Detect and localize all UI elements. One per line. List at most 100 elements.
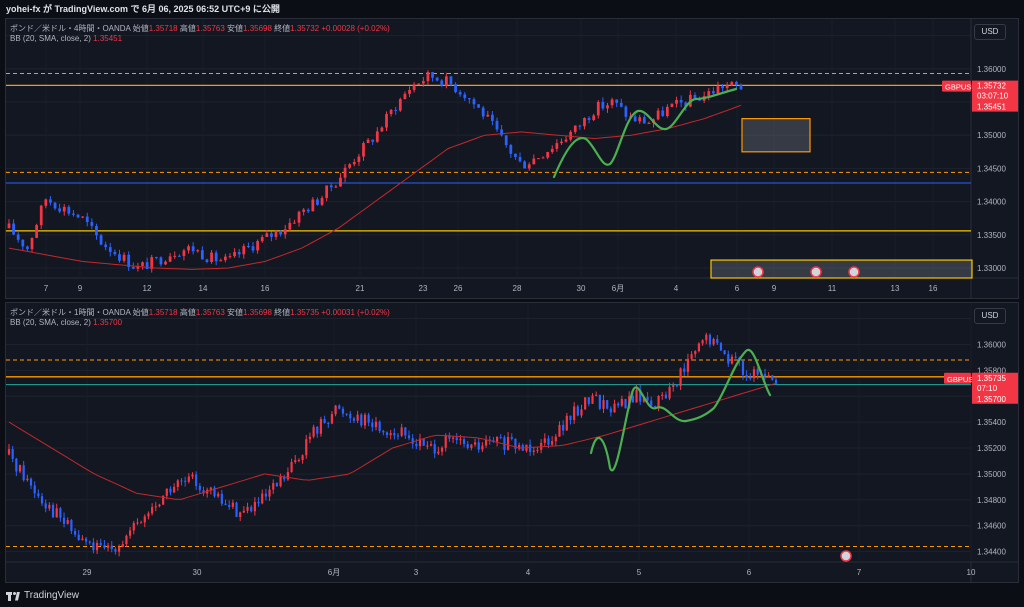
candlestick: [661, 106, 665, 117]
candlestick: [708, 333, 712, 348]
candlestick: [220, 489, 223, 506]
candlestick: [394, 106, 398, 115]
candlestick: [110, 541, 113, 553]
chart-canvas-4h[interactable]: 1.365001.360001.355001.350001.345001.340…: [6, 19, 1018, 298]
tradingview-brand[interactable]: TradingView: [6, 590, 79, 601]
legend-bb-label: BB (20, SMA, close, 2): [10, 318, 91, 327]
candlestick: [546, 151, 550, 160]
candlestick: [35, 223, 39, 239]
tradingview-logo-icon: [6, 591, 20, 601]
candlestick: [602, 394, 605, 414]
candlestick: [486, 110, 490, 118]
candlestick: [288, 218, 292, 232]
candlestick: [382, 429, 385, 436]
candlestick: [103, 540, 106, 550]
candlestick: [584, 397, 587, 410]
candlestick: [767, 372, 770, 377]
candlestick: [169, 486, 172, 496]
candlestick: [140, 520, 143, 524]
candlestick: [591, 393, 594, 404]
candlestick: [596, 100, 600, 119]
candlestick: [113, 249, 117, 257]
candlestick: [223, 253, 227, 263]
candlestick: [239, 511, 242, 522]
candlestick: [686, 353, 690, 377]
time-axis-label: 4: [526, 568, 531, 577]
legend-close: 1.35735: [290, 308, 320, 317]
candlestick: [385, 431, 389, 439]
candlestick: [62, 512, 66, 528]
last-price-value: 1.35732: [977, 82, 1006, 91]
candlestick: [44, 499, 47, 513]
chart-panel-4h[interactable]: 1.365001.360001.355001.350001.345001.340…: [5, 18, 1019, 299]
candlestick: [609, 406, 612, 417]
candlestick: [67, 205, 71, 216]
candlestick: [371, 418, 374, 432]
legend-close-label: 終値: [274, 308, 291, 317]
candlestick: [491, 111, 494, 126]
time-axis-label: 3: [414, 568, 419, 577]
time-axis-label: 16: [261, 284, 270, 293]
time-axis-label: 6: [735, 284, 740, 293]
legend-open-label: 始値: [132, 24, 149, 33]
candlestick: [7, 219, 11, 229]
candlestick: [22, 460, 25, 482]
candlestick: [734, 352, 737, 359]
chart-canvas-1h[interactable]: 1.362001.360001.358001.356001.354001.352…: [6, 303, 1018, 582]
candlestick: [260, 234, 264, 243]
candlestick: [272, 479, 275, 494]
candlestick: [433, 439, 436, 459]
candlestick: [246, 502, 249, 514]
candlestick: [707, 88, 711, 101]
candlestick: [657, 395, 660, 412]
legend-high: 1.35763: [195, 24, 225, 33]
currency-button-top[interactable]: USD: [974, 24, 1006, 40]
candlestick: [21, 239, 25, 251]
candlestick: [48, 502, 51, 511]
candlestick: [668, 382, 671, 401]
candlestick: [730, 81, 734, 86]
candlestick: [506, 432, 510, 451]
candlestick: [499, 433, 502, 440]
chart-panel-1h[interactable]: 1.362001.360001.358001.356001.354001.352…: [5, 302, 1019, 583]
bollinger-basis-line: [8, 104, 742, 270]
candlestick: [62, 204, 66, 216]
candlestick: [301, 454, 304, 464]
candlestick: [150, 254, 154, 273]
candlestick: [29, 477, 33, 489]
candlestick: [463, 91, 467, 101]
candlestick: [257, 497, 260, 507]
candlestick: [15, 457, 18, 477]
candlestick: [697, 342, 701, 353]
candlestick: [521, 443, 524, 451]
price-axis-label: 1.35000: [977, 470, 1006, 479]
candlestick: [495, 436, 499, 447]
bb-price-value: 1.35700: [977, 395, 1006, 404]
legend-ohlc-4h: ポンド／米ドル・4時間・OANDA 始値1.35718 高値1.35763 安値…: [10, 23, 390, 34]
legend-bb-1h[interactable]: BB (20, SMA, close, 2) 1.35700: [10, 318, 122, 327]
candlestick: [99, 538, 102, 547]
legend-close: 1.35732: [290, 24, 320, 33]
economic-event-icon: [752, 266, 764, 278]
candlestick: [661, 391, 664, 400]
candlestick: [518, 152, 522, 163]
candlestick: [525, 444, 528, 453]
candlestick: [745, 370, 748, 381]
legend-bb-value: 1.35700: [93, 318, 123, 327]
candlestick: [136, 518, 139, 526]
candlestick: [168, 252, 172, 263]
legend-close-label: 終値: [274, 24, 291, 33]
legend-low-label: 安値: [227, 24, 244, 33]
legend-bb-4h[interactable]: BB (20, SMA, close, 2) 1.35451: [10, 34, 122, 43]
candlestick: [39, 204, 43, 229]
candlestick: [672, 382, 675, 392]
candlestick: [385, 111, 388, 131]
price-axis-label: 1.36000: [977, 340, 1006, 349]
candlestick: [393, 428, 396, 440]
candlestick: [7, 444, 11, 456]
candlestick: [297, 210, 301, 227]
candlestick: [283, 224, 287, 239]
candlestick: [569, 415, 572, 425]
currency-button-bottom[interactable]: USD: [974, 308, 1006, 324]
price-axis-label: 1.35000: [977, 131, 1006, 140]
